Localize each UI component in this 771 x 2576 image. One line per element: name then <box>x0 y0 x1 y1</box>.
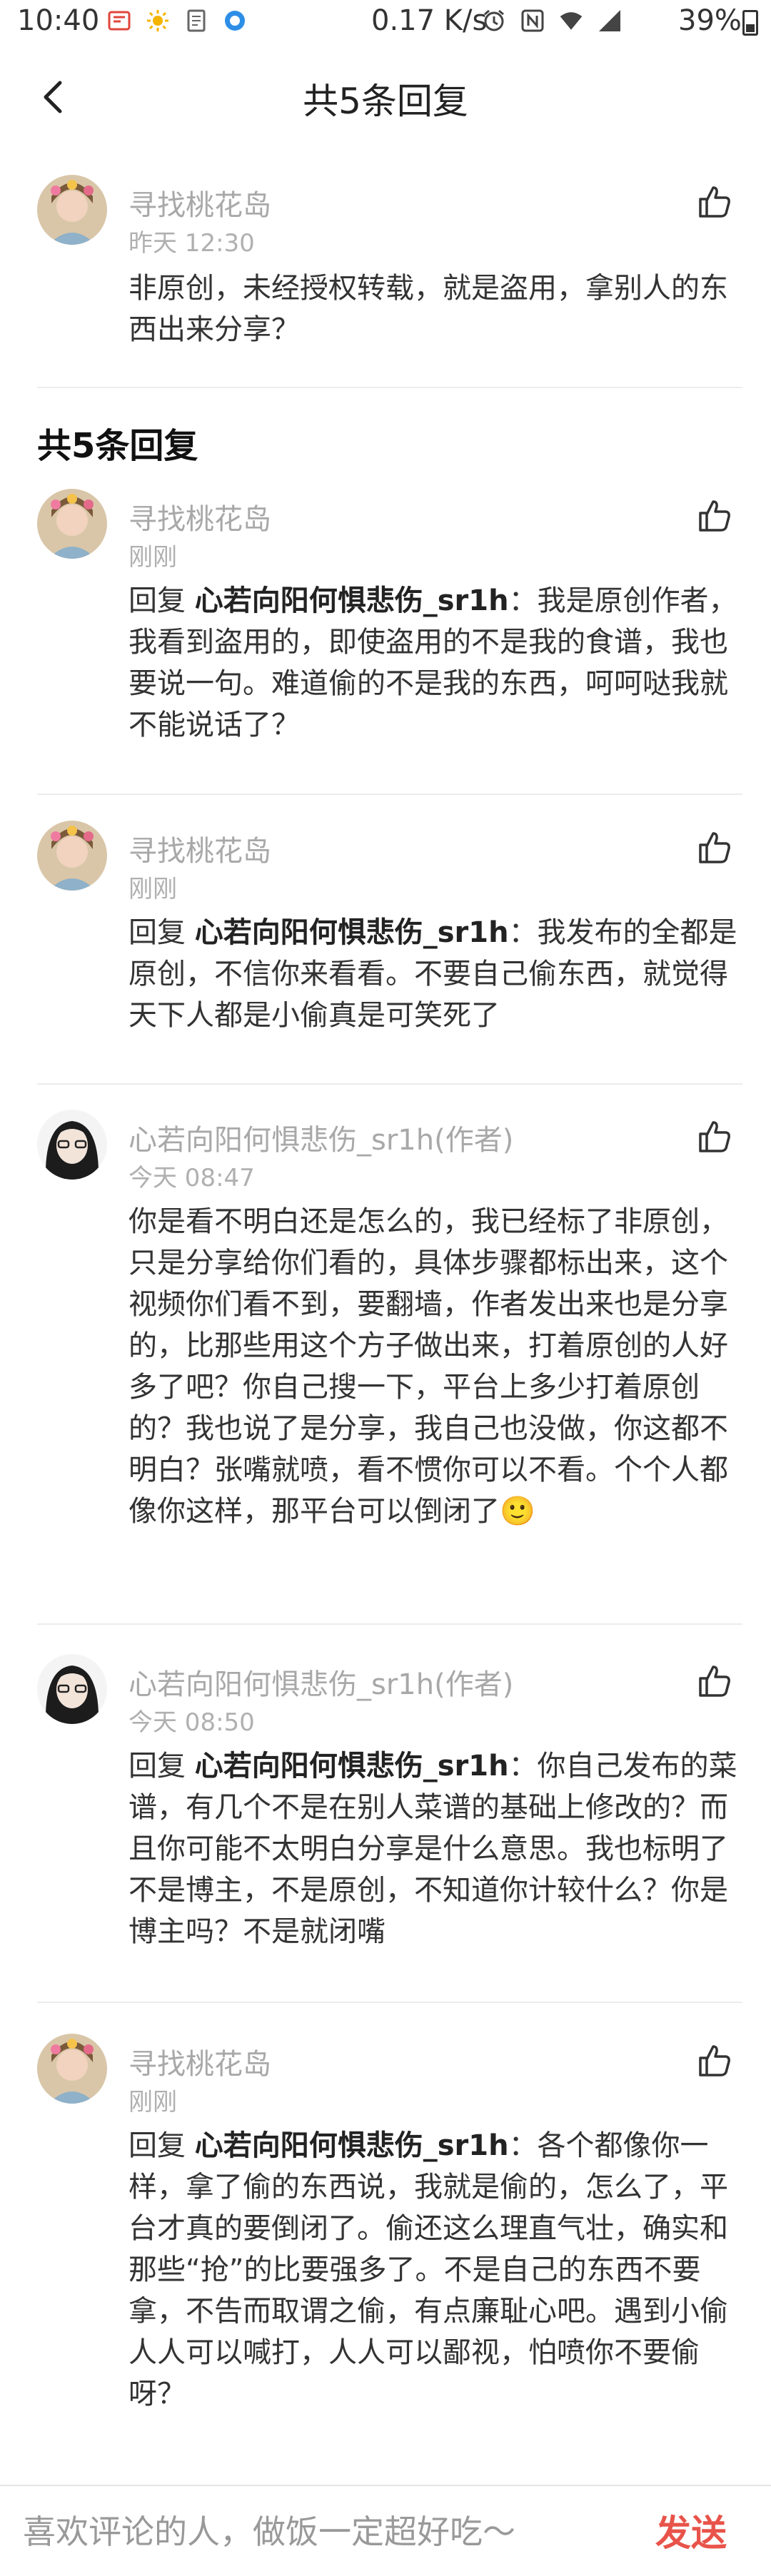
comment-body: 你是看不明白还是怎么的，我已经标了非原创，只是分享给你们看的，具体步骤都标出来，… <box>128 1205 728 1528</box>
comment-body: ：各个都像你一样，拿了偷的东西说，我就是偷的，怎么了，平台才真的要倒闭了。偷还这… <box>128 2129 728 2410</box>
comment-time: 刚刚 <box>128 2088 177 2116</box>
like-thumbs-up-icon[interactable] <box>696 2042 733 2079</box>
avatar-image <box>37 489 107 559</box>
comment-text: 非原创，未经授权转载，就是盗用，拿别人的东西出来分享？ <box>128 268 742 350</box>
weather-sun-icon <box>147 10 168 31</box>
divider <box>37 793 742 795</box>
avatar[interactable] <box>37 489 107 559</box>
comment-text: 你是看不明白还是怎么的，我已经标了非原创，只是分享给你们看的，具体步骤都标出来，… <box>128 1201 742 1532</box>
comment-author[interactable]: 寻找桃花岛 <box>128 2041 271 2082</box>
document-icon <box>187 9 206 32</box>
comment-author[interactable]: 寻找桃花岛 <box>128 496 271 537</box>
signal-icon <box>599 10 620 31</box>
avatar[interactable] <box>37 175 107 245</box>
battery-percent: 39% <box>678 4 742 37</box>
page-header: 共5条回复 <box>0 57 771 143</box>
comment-text: 回复 心若向阳何惧悲伤_sr1h：我是原创作者，我看到盗用的，即使盗用的不是我的… <box>128 580 742 746</box>
comment-author[interactable]: 心若向阳何惧悲伤_sr1h(作者) <box>128 1661 513 1703</box>
like-thumbs-up-icon[interactable] <box>696 1118 733 1155</box>
comment-input-bar: 喜欢评论的人，做饭一定超好吃～ 发送 <box>0 2485 771 2576</box>
comment-time: 今天 08:47 <box>128 1164 255 1192</box>
send-button[interactable]: 发送 <box>655 2505 727 2556</box>
comment-text: 回复 心若向阳何惧悲伤_sr1h：你自己发布的菜谱，有几个不是在别人菜谱的基础上… <box>128 1745 742 1952</box>
reply-to-user[interactable]: 心若向阳何惧悲伤_sr1h <box>195 916 509 949</box>
comment-text: 回复 心若向阳何惧悲伤_sr1h：各个都像你一样，拿了偷的东西说，我就是偷的，怎… <box>128 2125 742 2415</box>
avatar[interactable] <box>37 821 107 891</box>
divider <box>37 2002 742 2003</box>
nfc-icon <box>521 9 544 32</box>
comment-time: 刚刚 <box>128 875 177 903</box>
reply-prefix: 回复 <box>128 2129 195 2162</box>
reply-prefix: 回复 <box>128 916 195 949</box>
network-speed: 0.17 K/s <box>371 4 488 37</box>
divider <box>37 1083 742 1085</box>
divider <box>37 387 742 388</box>
page-title: 共5条回复 <box>303 81 468 122</box>
comment-author[interactable]: 寻找桃花岛 <box>128 182 271 223</box>
reply-prefix: 回复 <box>128 1750 195 1783</box>
browser-icon <box>225 11 245 31</box>
reply-prefix: 回复 <box>128 584 195 617</box>
avatar-image <box>37 175 107 245</box>
comment-time: 昨天 12:30 <box>128 229 255 258</box>
alarm-icon <box>484 9 504 31</box>
reply-to-user[interactable]: 心若向阳何惧悲伤_sr1h <box>195 1750 509 1783</box>
comment-author[interactable]: 心若向阳何惧悲伤_sr1h(作者) <box>128 1117 513 1158</box>
avatar-image <box>37 821 107 891</box>
battery-icon <box>742 10 758 36</box>
divider <box>37 1623 742 1625</box>
status-time: 10:40 <box>17 4 100 37</box>
like-thumbs-up-icon[interactable] <box>696 183 733 220</box>
avatar-image <box>37 1654 107 1724</box>
replies-section-title: 共5条回复 <box>37 426 198 466</box>
comment-text: 回复 心若向阳何惧悲伤_sr1h：我发布的全都是原创，不信你来看看。不要自己偷东… <box>128 912 742 1036</box>
reply-to-user[interactable]: 心若向阳何惧悲伤_sr1h <box>195 584 509 617</box>
avatar-image <box>37 2034 107 2104</box>
comment-body: 非原创，未经授权转载，就是盗用，拿别人的东西出来分享？ <box>128 272 728 346</box>
like-thumbs-up-icon[interactable] <box>696 1663 733 1700</box>
like-thumbs-up-icon[interactable] <box>696 497 733 534</box>
avatar[interactable] <box>37 1110 107 1180</box>
wifi-icon <box>560 12 583 30</box>
comment-author[interactable]: 寻找桃花岛 <box>128 828 271 869</box>
app-notification-icon <box>108 11 131 31</box>
avatar[interactable] <box>37 2034 107 2104</box>
avatar-image <box>37 1110 107 1180</box>
avatar[interactable] <box>37 1654 107 1724</box>
comment-input[interactable]: 喜欢评论的人，做饭一定超好吃～ <box>23 2506 515 2553</box>
status-bar: 10:40 0.17 K/s 39% <box>0 0 771 50</box>
reply-to-user[interactable]: 心若向阳何惧悲伤_sr1h <box>195 2129 509 2162</box>
comment-time: 刚刚 <box>128 543 177 572</box>
status-left-icons <box>107 9 247 33</box>
status-right-icons <box>482 9 622 33</box>
comment-time: 今天 08:50 <box>128 1708 255 1737</box>
like-thumbs-up-icon[interactable] <box>696 829 733 866</box>
